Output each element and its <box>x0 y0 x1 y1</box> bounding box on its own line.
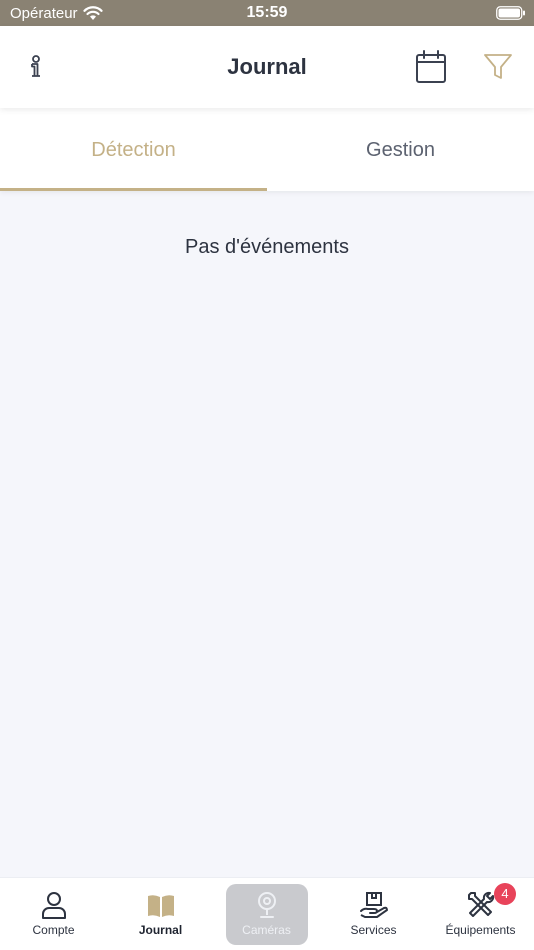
filter-icon[interactable] <box>482 52 514 82</box>
header: Journal <box>0 26 534 108</box>
tools-icon <box>467 891 494 917</box>
calendar-icon[interactable] <box>414 49 448 85</box>
tab-compte[interactable]: Compte <box>0 878 107 950</box>
tab-services[interactable]: Services <box>320 878 427 950</box>
page-title: Journal <box>227 54 307 79</box>
tab-detection[interactable]: Détection <box>0 108 267 191</box>
tab-compte-label: Compte <box>32 923 75 937</box>
tab-gestion[interactable]: Gestion <box>267 108 534 191</box>
tab-journal-label: Journal <box>138 923 183 937</box>
status-bar: Opérateur 15:59 <box>0 0 534 26</box>
tabs: Détection Gestion <box>0 108 534 191</box>
empty-state-message: Pas d'événements <box>185 236 349 258</box>
services-icon <box>359 892 388 918</box>
tab-equipements[interactable]: Équipements <box>427 878 534 950</box>
notification-badge: 4 <box>494 883 516 905</box>
book-icon <box>147 895 174 917</box>
tab-cameras-label: Caméras <box>242 923 291 937</box>
tab-equipements-label: Équipements <box>445 923 516 937</box>
status-time: 15:59 <box>246 4 288 21</box>
camera-icon <box>257 892 276 918</box>
tab-cameras[interactable]: Caméras <box>213 878 320 950</box>
user-icon <box>41 892 66 919</box>
tab-services-label: Services <box>350 923 397 937</box>
bottom-tab-bar: Compte Journal Caméras Services Équipeme… <box>0 877 534 950</box>
tab-journal[interactable]: Journal <box>107 878 214 950</box>
battery-icon <box>496 6 525 20</box>
